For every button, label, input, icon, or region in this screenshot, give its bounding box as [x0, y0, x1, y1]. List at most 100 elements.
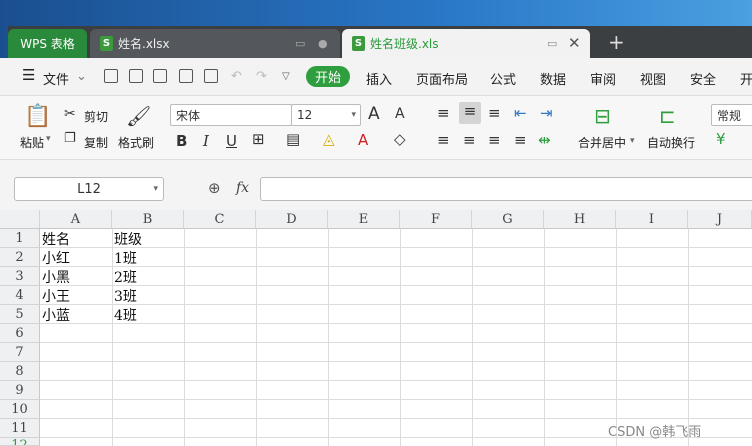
column-header[interactable]: C — [184, 210, 256, 229]
menu-more[interactable]: 开 — [740, 69, 752, 88]
column-header[interactable]: B — [112, 210, 184, 229]
format-painter-button[interactable]: 格式刷 — [118, 134, 154, 151]
column-header[interactable]: J — [688, 210, 752, 229]
row-header[interactable]: 10 — [0, 400, 40, 419]
cell-a1[interactable]: 姓名 — [40, 229, 112, 248]
copy-button[interactable]: 复制 — [84, 134, 108, 151]
cell-a5[interactable]: 小蓝 — [40, 305, 112, 324]
menu-security[interactable]: 安全 — [690, 69, 716, 88]
bold-icon[interactable]: B — [176, 132, 187, 150]
scissors-icon[interactable]: ✂ — [64, 106, 76, 122]
align-right-icon[interactable]: ≡ — [488, 131, 501, 149]
chevron-down-icon[interactable]: ▾ — [630, 136, 635, 146]
menu-start[interactable]: 开始 — [306, 66, 350, 87]
merge-center-icon[interactable]: ⊟ — [594, 104, 611, 128]
open-folder-icon[interactable] — [104, 69, 118, 83]
print-icon[interactable] — [179, 69, 193, 83]
row-header[interactable]: 6 — [0, 324, 40, 343]
fill-color-icon[interactable]: ◬ — [323, 130, 335, 148]
row-header[interactable]: 9 — [0, 381, 40, 400]
cell-b4[interactable]: 3班 — [112, 286, 184, 305]
monitor-icon[interactable]: ▭ — [547, 37, 557, 50]
tab-wps-home[interactable]: WPS 表格 — [8, 29, 87, 58]
cell-b3[interactable]: 2班 — [112, 267, 184, 286]
cell-a2[interactable]: 小红 — [40, 248, 112, 267]
undo-icon[interactable]: ↶ — [231, 69, 242, 84]
print-preview-icon[interactable] — [204, 69, 218, 83]
save-icon[interactable] — [129, 69, 143, 83]
fx-icon[interactable]: fx — [236, 180, 249, 196]
column-header[interactable]: F — [400, 210, 472, 229]
distribute-icon[interactable]: ⇹ — [538, 131, 551, 149]
wrap-text-button[interactable]: 自动换行 — [647, 134, 695, 151]
menu-view[interactable]: 视图 — [640, 69, 666, 88]
row-header[interactable]: 3 — [0, 267, 40, 286]
menu-insert[interactable]: 插入 — [366, 69, 392, 88]
format-painter-icon[interactable]: 🖌 — [126, 104, 151, 128]
row-header[interactable]: 7 — [0, 343, 40, 362]
column-header[interactable]: A — [40, 210, 112, 229]
indent-increase-icon[interactable]: ⇥ — [540, 104, 553, 122]
zoom-search-icon[interactable]: ⊕ — [208, 179, 221, 197]
cell-b1[interactable]: 班级 — [112, 229, 184, 248]
font-color-icon[interactable]: A — [358, 131, 368, 149]
fill-pattern-icon[interactable]: ▤ — [286, 130, 300, 148]
align-middle-icon[interactable]: ≡ — [459, 102, 481, 124]
row-header[interactable]: 4 — [0, 286, 40, 305]
dot-icon[interactable]: ● — [318, 37, 328, 50]
align-bottom-icon[interactable]: ≡ — [488, 104, 501, 122]
redo-icon[interactable]: ↷ — [256, 69, 267, 84]
cell-a4[interactable]: 小王 — [40, 286, 112, 305]
pdf-export-icon[interactable] — [153, 69, 167, 83]
monitor-icon[interactable]: ▭ — [295, 37, 305, 50]
align-left-icon[interactable]: ≡ — [437, 131, 450, 149]
merge-center-button[interactable]: 合并居中 — [578, 134, 626, 151]
tab-file-xlsx[interactable]: S 姓名.xlsx ▭ ● — [90, 29, 340, 58]
font-size-select[interactable]: 12 ▾ — [291, 104, 361, 126]
number-format-select[interactable]: 常规 — [711, 104, 752, 126]
row-header[interactable]: 1 — [0, 229, 40, 248]
cell-b5[interactable]: 4班 — [112, 305, 184, 324]
chevron-down-icon[interactable]: ▾ — [46, 134, 51, 144]
chevron-down-icon[interactable]: ⌄ — [76, 69, 87, 84]
menu-file[interactable]: 文件 — [43, 69, 69, 88]
name-box[interactable]: L12 ▾ — [14, 177, 164, 201]
justify-icon[interactable]: ≡ — [514, 131, 527, 149]
row-header[interactable]: 11 — [0, 419, 40, 438]
menu-data[interactable]: 数据 — [540, 69, 566, 88]
wrap-text-icon[interactable]: ⊏ — [659, 104, 676, 128]
borders-icon[interactable]: ⊞ — [252, 130, 265, 148]
new-tab-plus-icon[interactable]: + — [608, 30, 625, 54]
close-icon[interactable]: ✕ — [568, 34, 581, 52]
cut-button[interactable]: 剪切 — [84, 108, 108, 125]
select-all-corner[interactable] — [0, 210, 40, 229]
column-header[interactable]: I — [616, 210, 688, 229]
cell-b2[interactable]: 1班 — [112, 248, 184, 267]
underline-icon[interactable]: U — [226, 132, 237, 150]
row-header[interactable]: 2 — [0, 248, 40, 267]
row-header[interactable]: 8 — [0, 362, 40, 381]
font-name-select[interactable]: 宋体 — [170, 104, 292, 126]
font-grow-icon[interactable]: A — [368, 104, 380, 124]
column-header[interactable]: E — [328, 210, 400, 229]
align-center-icon[interactable]: ≡ — [463, 131, 476, 149]
currency-icon[interactable]: ¥ — [716, 130, 726, 148]
column-header[interactable]: H — [544, 210, 616, 229]
column-header[interactable]: G — [472, 210, 544, 229]
spreadsheet-grid[interactable]: A B C D E F G H I J 1 2 3 4 5 6 7 8 9 10… — [0, 210, 752, 446]
hamburger-icon[interactable]: ☰ — [22, 66, 35, 84]
column-header[interactable]: D — [256, 210, 328, 229]
tab-file-xls-active[interactable]: S 姓名班级.xls ▭ ✕ — [342, 29, 590, 58]
font-shrink-icon[interactable]: A — [395, 106, 405, 122]
menu-review[interactable]: 审阅 — [590, 69, 616, 88]
paste-icon[interactable]: 📋 — [24, 104, 51, 129]
more-dropdown-icon[interactable]: ▽ — [282, 71, 290, 82]
formula-input[interactable] — [260, 177, 752, 201]
cell-a3[interactable]: 小黑 — [40, 267, 112, 286]
copy-icon[interactable]: ❐ — [64, 131, 76, 146]
menu-page-layout[interactable]: 页面布局 — [416, 69, 468, 88]
clear-eraser-icon[interactable]: ◇ — [394, 130, 406, 148]
italic-icon[interactable]: I — [203, 132, 209, 150]
indent-decrease-icon[interactable]: ⇤ — [514, 104, 527, 122]
row-header[interactable]: 5 — [0, 305, 40, 324]
